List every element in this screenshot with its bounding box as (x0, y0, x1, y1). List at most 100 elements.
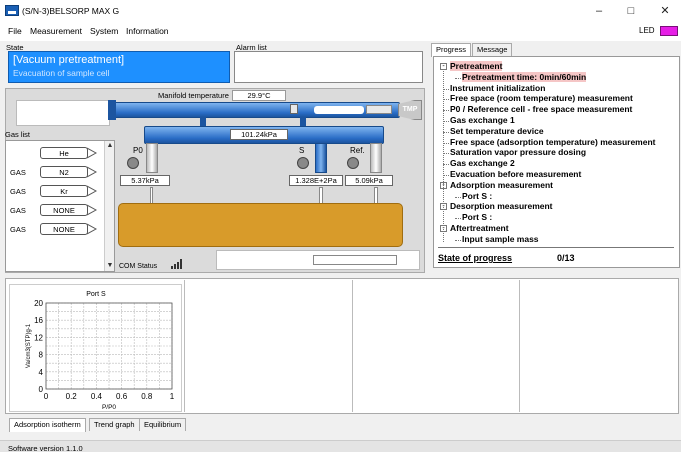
port-p0-label: P0 (133, 146, 143, 155)
progress-step: Free space (adsorption temperature) meas… (450, 136, 656, 147)
port-ref-stem (370, 143, 382, 173)
progress-substep: Port S : (462, 212, 493, 223)
port-s-label: S (299, 146, 305, 155)
signal-strength-icon (171, 259, 182, 269)
progress-step: Set temperature device (450, 125, 544, 136)
tree-line (443, 69, 444, 242)
chart-y-label: Va/cm3(STP)g-1 (26, 323, 32, 368)
gas-arrow-icon (87, 223, 97, 235)
isotherm-chart-frame: 0 4 8 12 16 20 0 0.2 0.4 0.6 0.8 1 Port S P/P0 Va/cm3(… (9, 284, 182, 412)
info-box (16, 100, 110, 126)
gas-row-label: GAS (10, 168, 26, 177)
progress-step: P0 / Reference cell - free space measure… (450, 104, 633, 115)
led-label: LED (639, 26, 655, 35)
chart-title: Port S (86, 291, 106, 298)
chart-y-tick-label: 4 (39, 368, 44, 377)
progress-step: Free space (room temperature) measuremen… (450, 93, 633, 104)
chart-x-tick-label: 0.6 (116, 392, 128, 401)
chart-x-tick-label: 1 (170, 392, 175, 401)
tab-progress[interactable]: Progress (431, 43, 472, 57)
gas-arrow-icon (87, 166, 97, 178)
menu-system[interactable]: System (90, 26, 118, 36)
gas-list-label: Gas list (5, 130, 31, 139)
software-version: Software version 1.1.0 (8, 444, 83, 452)
gas-list-scrollbar[interactable]: ▲ ▼ (104, 141, 114, 271)
manifold-temperature-label: Manifold temperature (158, 91, 229, 100)
com-status-label: COM Status (119, 263, 158, 270)
state-sub-text: Evacuation of sample cell (13, 68, 110, 78)
gas-arrow-icon (87, 185, 97, 197)
state-main-text: [Vacuum pretreatment] (13, 54, 125, 66)
chart-x-tick-label: 0.2 (66, 392, 78, 401)
progress-step: Gas exchange 1 (450, 115, 515, 125)
tree-connector (455, 196, 461, 198)
manifold-valve[interactable] (290, 104, 298, 114)
scroll-up-icon[interactable]: ▲ (105, 141, 115, 151)
dewar (118, 203, 403, 247)
tab-message[interactable]: Message (472, 43, 513, 56)
alarm-list-box[interactable] (234, 51, 423, 83)
chart-x-tick-label: 0.4 (91, 392, 103, 401)
minimize-button[interactable]: – (583, 0, 615, 22)
progress-step: Instrument initialization (450, 82, 546, 93)
gas-row-label: GAS (10, 225, 26, 234)
progress-step: Desorption measurement (450, 201, 553, 212)
chart-x-tick-label: 0 (44, 392, 49, 401)
port-s-gauge-icon (297, 157, 309, 169)
pane-divider (352, 280, 353, 412)
port-p0-pressure: 5.37kPa (120, 175, 170, 186)
status-field (313, 255, 397, 265)
progress-separator (438, 247, 674, 248)
app-icon (5, 5, 19, 16)
state-of-progress-label: State of progress (438, 253, 513, 263)
gas-select[interactable]: N2 (40, 166, 88, 178)
progress-substep: Port S : (462, 190, 493, 201)
pipe-window (314, 106, 364, 114)
port-ref-label: Ref. (350, 146, 365, 155)
port-p0-gauge-icon (127, 157, 139, 169)
isotherm-chart: 0481216200 0.2 0.4 0.6 0.8 1Port SP/P0Va/cm3(… (26, 291, 175, 411)
pane-divider (184, 280, 185, 412)
left-valve (108, 100, 116, 120)
gas-row-label: GAS (10, 187, 26, 196)
port-p0-stem (146, 143, 158, 173)
port-ref-gauge-icon (347, 157, 359, 169)
port-ref-pressure: 5.09kPa (345, 175, 393, 186)
gas-select[interactable]: Kr (40, 185, 88, 197)
progress-substep: Pretreatment time: 0min/60min (462, 71, 587, 82)
progress-substep: Input sample mass (462, 233, 539, 244)
close-button[interactable]: ✕ (649, 0, 681, 22)
tab-trend-graph[interactable]: Trend graph (89, 418, 140, 431)
tree-connector (455, 239, 461, 241)
maximize-button[interactable]: □ (615, 0, 647, 22)
menu-information[interactable]: Information (126, 26, 169, 36)
chart-y-tick-label: 12 (34, 333, 43, 342)
chart-x-label: P/P0 (102, 404, 116, 411)
gas-arrow-icon (87, 147, 97, 159)
state-box: [Vacuum pretreatment] Evacuation of samp… (8, 51, 230, 83)
scroll-down-icon[interactable]: ▼ (105, 261, 115, 271)
progress-step: Saturation vapor pressure dosing (450, 147, 587, 158)
state-of-progress-value: 0/13 (557, 253, 575, 263)
gas-row-label: GAS (10, 206, 26, 215)
port-s-pressure: 1.328E+2Pa (289, 175, 343, 186)
tree-connector (455, 218, 461, 220)
gas-select[interactable]: NONE (40, 223, 88, 235)
chart-x-tick-label: 0.8 (141, 392, 153, 401)
chart-y-tick-label: 8 (39, 351, 44, 360)
status-strip (0, 440, 681, 452)
window-title: (S/N-3)BELSORP MAX G (22, 6, 120, 16)
menu-measurement[interactable]: Measurement (30, 26, 82, 36)
gas-arrow-icon (87, 204, 97, 216)
gas-select[interactable]: He (40, 147, 88, 159)
progress-step: Aftertreatment (450, 223, 509, 233)
progress-step: Adsorption measurement (450, 179, 553, 190)
gas-select[interactable]: NONE (40, 204, 88, 216)
tab-adsorption-isotherm[interactable]: Adsorption isotherm (9, 418, 86, 432)
menu-bar: File Measurement System Information LED (0, 22, 681, 41)
progress-step: Pretreatment (450, 61, 503, 71)
menu-file[interactable]: File (8, 26, 22, 36)
tab-equilibrium[interactable]: Equilibrium (139, 418, 187, 431)
progress-step: Gas exchange 2 (450, 158, 515, 169)
tree-connector (455, 77, 461, 79)
